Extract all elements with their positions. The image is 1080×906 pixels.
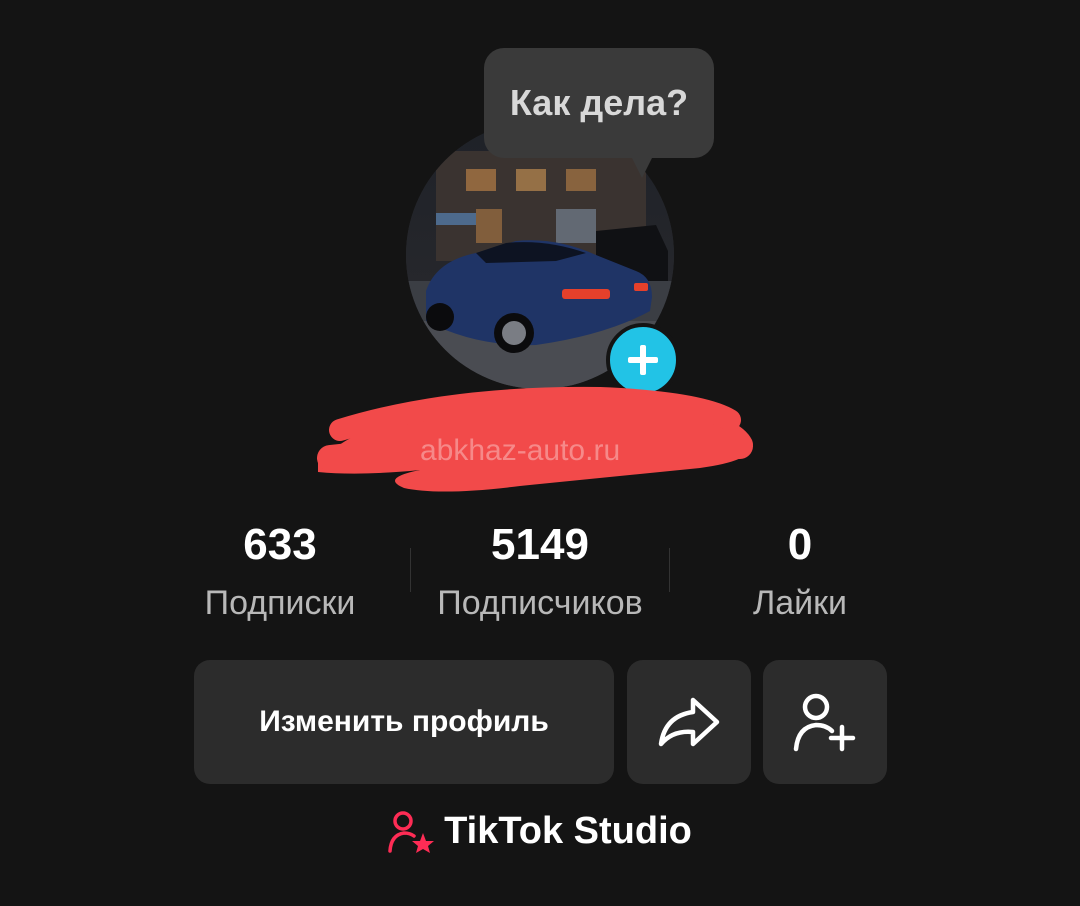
stat-following-value: 633 — [243, 520, 317, 569]
edit-profile-label: Изменить профиль — [259, 705, 549, 738]
stat-likes-value: 0 — [787, 520, 813, 569]
stat-followers-label: Подписчиков — [437, 584, 643, 622]
share-arrow-icon — [658, 697, 720, 747]
add-friend-button[interactable] — [763, 660, 887, 784]
stat-likes[interactable]: 0 Лайки — [700, 520, 900, 623]
edit-profile-button[interactable]: Изменить профиль — [194, 660, 614, 784]
stat-following[interactable]: 633 Подписки — [180, 520, 380, 623]
stat-divider — [669, 548, 670, 592]
stat-followers[interactable]: 5149 Подписчиков — [410, 520, 670, 623]
creator-star-icon — [388, 810, 435, 853]
stat-followers-value: 5149 — [491, 520, 589, 569]
stat-likes-label: Лайки — [752, 584, 848, 622]
add-user-icon — [793, 693, 856, 752]
share-profile-button[interactable] — [627, 660, 751, 784]
stat-following-label: Подписки — [204, 584, 356, 622]
tiktok-studio-label: TikTok Studio — [444, 810, 692, 852]
watermark: abkhaz-auto.ru — [420, 434, 621, 467]
tiktok-studio-link[interactable]: TikTok Studio — [0, 810, 1080, 853]
